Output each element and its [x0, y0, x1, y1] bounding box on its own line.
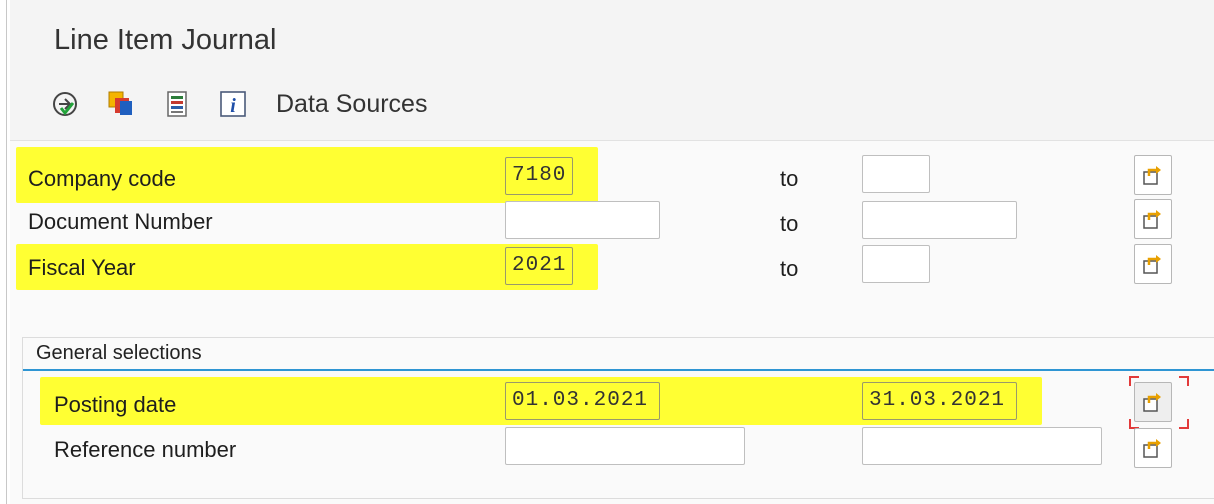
reference-number-label: Reference number: [54, 437, 237, 462]
company-code-to-label: to: [780, 166, 799, 191]
multiple-selection-icon: [1143, 210, 1161, 229]
group-header-underline: [23, 369, 1214, 371]
document-number-from-field[interactable]: [505, 201, 660, 239]
company-code-multiple-selection-button[interactable]: [1134, 155, 1172, 195]
execute-icon[interactable]: [50, 89, 80, 119]
application-toolbar: i Data Sources: [50, 84, 427, 124]
fiscal-year-to-field[interactable]: [862, 245, 930, 283]
document-number-label: Document Number: [28, 209, 213, 234]
fiscal-year-label: Fiscal Year: [28, 255, 136, 280]
reference-number-to-field[interactable]: [862, 427, 1102, 465]
fiscal-year-from-field[interactable]: 2021: [505, 247, 573, 285]
focus-corner-br: [1179, 419, 1189, 429]
multiple-selection-icon: [1143, 393, 1161, 412]
company-code-to-field[interactable]: [862, 155, 930, 193]
multiple-selection-icon: [1143, 439, 1161, 458]
document-number-multiple-selection-button[interactable]: [1134, 199, 1172, 239]
document-number-to-field[interactable]: [862, 201, 1017, 239]
multiple-selection-icon: [1143, 166, 1161, 185]
general-selections-title: General selections: [36, 342, 202, 364]
focus-corner-tl: [1129, 376, 1139, 386]
header-area: Line Item Journal i Data Sources: [10, 0, 1214, 141]
posting-date-from-field[interactable]: 01.03.2021: [505, 382, 660, 420]
posting-date-label: Posting date: [54, 392, 177, 417]
document-number-to-label: to: [780, 211, 799, 236]
data-sources-button[interactable]: Data Sources: [276, 90, 427, 119]
posting-date-multiple-selection-button[interactable]: [1134, 382, 1172, 422]
multiple-selection-icon: [1143, 255, 1161, 274]
fiscal-year-to-label: to: [780, 256, 799, 281]
posting-date-to-field[interactable]: 31.03.2021: [862, 382, 1017, 420]
page-title: Line Item Journal: [54, 24, 277, 56]
window-left-border: [6, 0, 7, 504]
focus-corner-tr: [1179, 376, 1189, 386]
company-code-label: Company code: [28, 166, 176, 191]
fiscal-year-multiple-selection-button[interactable]: [1134, 244, 1172, 284]
list-icon[interactable]: [162, 89, 192, 119]
reference-number-multiple-selection-button[interactable]: [1134, 428, 1172, 468]
copy-variant-icon[interactable]: [106, 89, 136, 119]
reference-number-from-field[interactable]: [505, 427, 745, 465]
company-code-from-field[interactable]: 7180: [505, 157, 573, 195]
svg-text:i: i: [230, 95, 236, 117]
info-icon[interactable]: i: [218, 89, 248, 119]
